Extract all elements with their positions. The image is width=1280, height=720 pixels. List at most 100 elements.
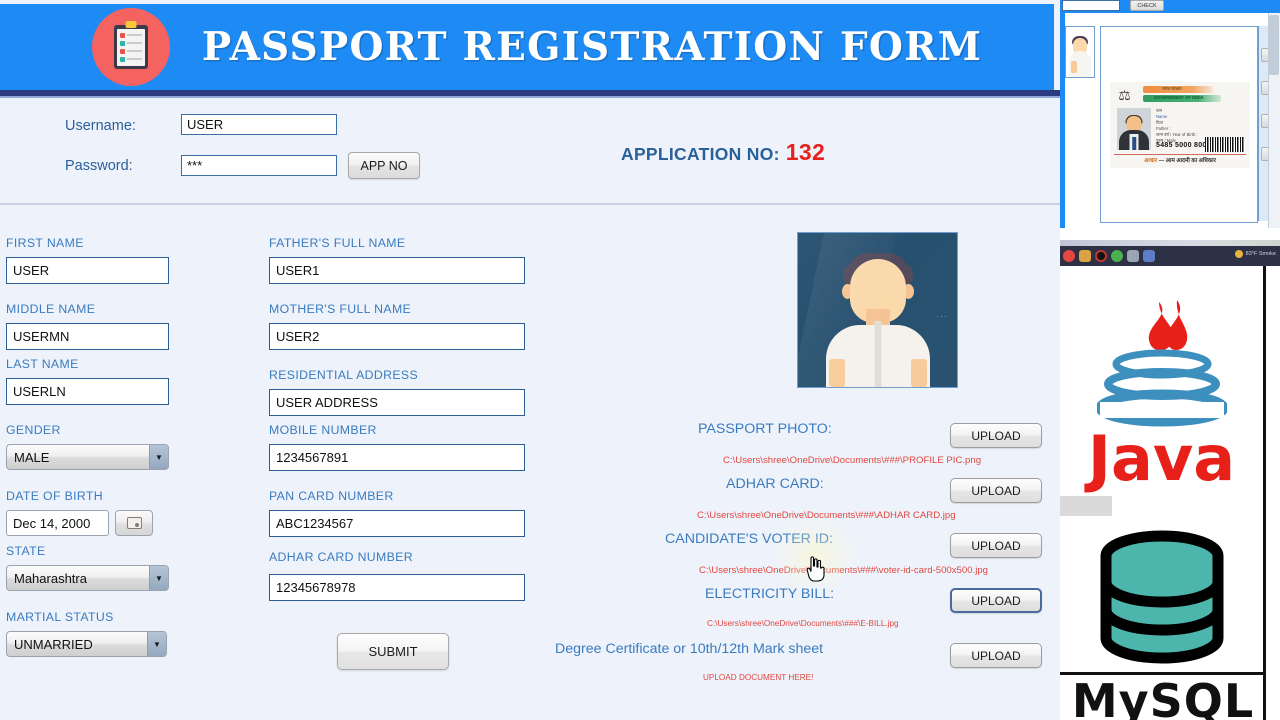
voter-id-upload-button[interactable]: UPLOAD [950, 533, 1042, 558]
passport-registration-window: PASSPORT REGISTRATION FORM Username: Pas… [0, 0, 1060, 720]
aadhaar-gov-english: GOVERNMENT OF INDIA [1154, 95, 1204, 100]
voter-id-upload-label: CANDIDATE'S VOTER ID: [665, 531, 833, 547]
background-search-input[interactable] [1062, 0, 1120, 11]
middle-name-label: MIDDLE NAME [6, 302, 96, 316]
aadhaar-footer-saffron: आधार [1144, 158, 1158, 164]
submit-button[interactable]: SUBMIT [337, 633, 449, 670]
mobile-number-label: MOBILE NUMBER [269, 423, 377, 437]
banner-underline-light [0, 96, 1060, 98]
first-name-input[interactable] [6, 257, 169, 284]
date-of-birth-group: Dec 14, 2000 [6, 510, 153, 536]
database-cylinder-icon [1100, 530, 1223, 664]
taskbar-weather-text: 83°F Smoke [1245, 251, 1276, 257]
mysql-logo-panel: MySQL [1060, 516, 1266, 720]
pan-card-input[interactable] [269, 510, 525, 537]
date-of-birth-input[interactable]: Dec 14, 2000 [6, 510, 109, 536]
first-name-label: FIRST NAME [6, 236, 84, 250]
login-section: Username: Password: APP NO [0, 100, 1060, 204]
mother-name-input[interactable] [269, 323, 525, 350]
india-emblem-icon: ⚖ [1118, 87, 1131, 103]
last-name-label: LAST NAME [6, 357, 79, 371]
calendar-icon-button[interactable] [115, 510, 153, 536]
application-no-display: APPLICATION NO: 132 [621, 139, 825, 166]
adhar-card-number-input[interactable] [269, 574, 525, 601]
aadhaar-footer: आधार — आम आदमी का अधिकार [1110, 156, 1250, 164]
mother-name-label: MOTHER'S FULL NAME [269, 302, 412, 316]
degree-certificate-upload-button[interactable]: UPLOAD [950, 643, 1042, 668]
file-manager-icon[interactable] [1079, 250, 1091, 262]
chevron-down-icon: ▼ [149, 566, 168, 590]
father-name-input[interactable] [269, 257, 525, 284]
check-button[interactable]: CHECK [1130, 0, 1164, 11]
pan-card-label: PAN CARD NUMBER [269, 489, 394, 503]
sun-icon [1234, 250, 1243, 258]
passport-photo-upload-button[interactable]: UPLOAD [950, 423, 1042, 448]
state-select[interactable]: Maharashtra ▼ [6, 565, 169, 591]
application-no-value: 132 [785, 139, 826, 165]
photo-thumbnail [1065, 26, 1095, 78]
opera-icon[interactable] [1063, 250, 1075, 262]
app-header-banner: PASSPORT REGISTRATION FORM [0, 4, 1054, 90]
record-icon[interactable] [1095, 250, 1107, 262]
password-label: Password: [65, 158, 133, 174]
electricity-bill-upload-button[interactable]: UPLOAD [950, 588, 1042, 613]
martial-status-label: MARTIAL STATUS [6, 610, 114, 624]
gender-label: GENDER [6, 423, 61, 437]
taskbar-weather: 83°F Smoke [1234, 250, 1276, 258]
gray-strip [1060, 496, 1112, 516]
aadhaar-portrait [1117, 108, 1151, 150]
password-input[interactable] [181, 155, 337, 176]
aadhaar-preview-window: ⚖ भारत सरकार GOVERNMENT OF INDIA नाम Nam… [1060, 13, 1280, 253]
java-label: Java [1087, 421, 1236, 495]
chevron-down-icon: ▼ [147, 632, 166, 656]
user-app-icon[interactable] [1143, 250, 1155, 262]
barcode-icon [1205, 137, 1245, 152]
last-name-input[interactable] [6, 378, 169, 405]
clipboard-checklist-icon [92, 8, 170, 86]
degree-certificate-hint: UPLOAD DOCUMENT HERE! [703, 673, 814, 682]
martial-status-select[interactable]: UNMARRIED ▼ [6, 631, 167, 657]
gender-select[interactable]: MALE ▼ [6, 444, 169, 470]
residential-address-input[interactable] [269, 389, 525, 416]
electricity-bill-path: C:\Users\shree\OneDrive\Documents\###\E-… [707, 619, 899, 628]
scrollbar-thumb[interactable] [1269, 15, 1279, 75]
state-label: STATE [6, 544, 46, 558]
chrome-icon[interactable] [1111, 250, 1123, 262]
vertical-scrollbar[interactable] [1268, 13, 1280, 253]
mobile-number-input[interactable] [269, 444, 525, 471]
page-title: PASSPORT REGISTRATION FORM [201, 24, 983, 70]
aadhaar-card-image: ⚖ भारत सरकार GOVERNMENT OF INDIA नाम Nam… [1110, 82, 1250, 168]
residential-address-label: RESIDENTIAL ADDRESS [269, 368, 419, 382]
aadhaar-footer-text: — आम आदमी का अधिकार [1158, 158, 1216, 164]
username-input[interactable] [181, 114, 337, 135]
java-cup-icon [1096, 299, 1227, 427]
degree-certificate-upload-label: Degree Certificate or 10th/12th Mark she… [555, 641, 824, 657]
adhar-card-upload-button[interactable]: UPLOAD [950, 478, 1042, 503]
app-no-button[interactable]: APP NO [348, 152, 420, 179]
gender-select-value: MALE [14, 449, 50, 465]
father-name-label: FATHER'S FULL NAME [269, 236, 406, 250]
middle-name-input[interactable] [6, 323, 169, 350]
adhar-card-upload-label: ADHAR CARD: [726, 476, 824, 492]
application-no-label: APPLICATION NO: [621, 144, 780, 164]
state-select-value: Maharashtra [14, 570, 87, 586]
aadhaar-gov-hindi: भारत सरकार [1162, 86, 1182, 91]
package-icon[interactable] [1127, 250, 1139, 262]
adhar-card-path: C:\Users\shree\OneDrive\Documents\###\AD… [697, 510, 956, 521]
screenshot-root: PASSPORT REGISTRATION FORM Username: Pas… [0, 0, 1280, 720]
mysql-label: MySQL [1071, 674, 1255, 720]
chevron-down-icon: ▼ [149, 445, 168, 469]
aadhaar-card-panel: ⚖ भारत सरकार GOVERNMENT OF INDIA नाम Nam… [1100, 26, 1258, 223]
passport-photo-upload-label: PASSPORT PHOTO: [698, 421, 832, 437]
voter-id-path: C:\Users\shree\OneDrive\Documents\###\vo… [699, 565, 989, 576]
aadhaar-number: 5485 5000 8000 [1156, 142, 1211, 149]
os-taskbar: 83°F Smoke [1060, 246, 1280, 266]
martial-status-select-value: UNMARRIED [14, 636, 93, 652]
photo-dots: ··· [936, 311, 948, 321]
adhar-card-number-label: ADHAR CARD NUMBER [269, 550, 413, 564]
username-label: Username: [65, 118, 136, 134]
java-logo-panel: Java [1060, 266, 1266, 516]
date-of-birth-label: DATE OF BIRTH [6, 489, 104, 503]
calendar-icon [126, 517, 142, 529]
section-divider [0, 203, 1060, 205]
